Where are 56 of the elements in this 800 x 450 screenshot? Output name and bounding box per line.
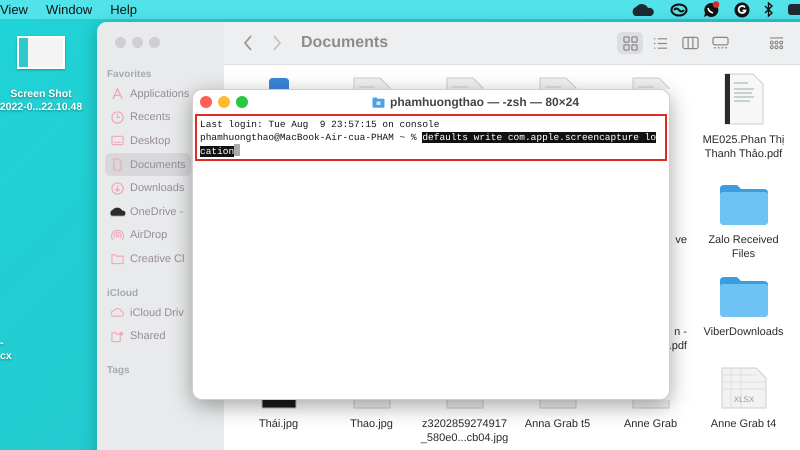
close-button[interactable] <box>200 96 212 108</box>
cloud-icon <box>109 205 126 218</box>
folder-icon[interactable] <box>718 275 768 317</box>
cloud-icon <box>111 306 124 320</box>
rings-icon[interactable] <box>670 2 688 16</box>
grid-icon <box>622 36 638 50</box>
section-heading: Favorites <box>106 68 152 82</box>
file-label[interactable]: Anna Grab t5 <box>524 417 590 431</box>
file-label[interactable]: z3202859274917 _580e0...cb04.jpg <box>420 417 508 445</box>
airdrop-icon <box>111 228 124 242</box>
menu-item[interactable]: Window <box>46 0 92 19</box>
file-label[interactable]: Thao.jpg <box>350 417 393 431</box>
file-label[interactable]: Anne Grab <box>624 417 678 431</box>
file-label[interactable]: Thái.jpg <box>258 417 298 431</box>
back-chevron-icon[interactable] <box>243 35 253 51</box>
bluetooth-icon[interactable] <box>764 2 774 17</box>
section-heading: iCloud <box>106 286 140 301</box>
file-label[interactable]: ve <box>675 233 697 247</box>
phone-bubble-icon[interactable] <box>702 1 720 18</box>
folder-icon[interactable] <box>718 183 768 225</box>
window-title: Documents <box>301 34 388 52</box>
minimize-button[interactable] <box>218 96 230 108</box>
download-icon <box>111 182 124 195</box>
columns-icon <box>682 36 699 50</box>
menu-item[interactable]: View <box>0 0 28 19</box>
clock-icon <box>111 110 124 124</box>
cloud-icon[interactable] <box>630 2 656 16</box>
shared-folder-icon <box>111 330 124 343</box>
forward-chevron-icon[interactable] <box>272 35 282 51</box>
gallery-icon <box>712 36 729 50</box>
zoom-button[interactable] <box>236 96 248 108</box>
file-label[interactable]: Anne Grab t4 <box>710 417 776 431</box>
selected-text: cation <box>200 146 234 157</box>
view-button[interactable] <box>617 32 644 54</box>
screenshot-thumbnail[interactable] <box>17 36 65 69</box>
monitor-icon <box>111 134 124 148</box>
section-heading: Tags <box>106 364 131 378</box>
folder-icon <box>111 252 124 266</box>
file-label[interactable]: n - .pdf <box>668 325 697 353</box>
document-icon[interactable] <box>724 73 764 125</box>
file-label[interactable]: Zalo Received Files <box>708 233 779 261</box>
terminal-text: phamhuongthao@MacBook-Air-cua-PHAM ~ % <box>200 132 418 143</box>
app-icon[interactable] <box>268 77 290 89</box>
menu-item[interactable]: Help <box>110 0 137 19</box>
letter-a-icon <box>111 87 124 100</box>
list-icon <box>652 36 668 50</box>
terminal-text: Last login: Tue Aug 9 23:57:15 on console <box>200 119 440 130</box>
dots-grid-icon <box>768 36 784 50</box>
file-label[interactable]: ME025.Phan Thị Thanh Thảo.pdf <box>702 133 784 161</box>
selected-text: defaults write com.apple.screencapture lo <box>422 132 656 143</box>
photo-placeholder[interactable] <box>260 400 296 409</box>
folder-icon <box>372 96 385 108</box>
g-logo-icon[interactable] <box>734 2 750 18</box>
file-label[interactable]: ViberDownloads <box>704 325 784 339</box>
document-icon <box>111 158 124 172</box>
window-title: phamhuongthao — -zsh — 80×24 <box>390 95 580 109</box>
